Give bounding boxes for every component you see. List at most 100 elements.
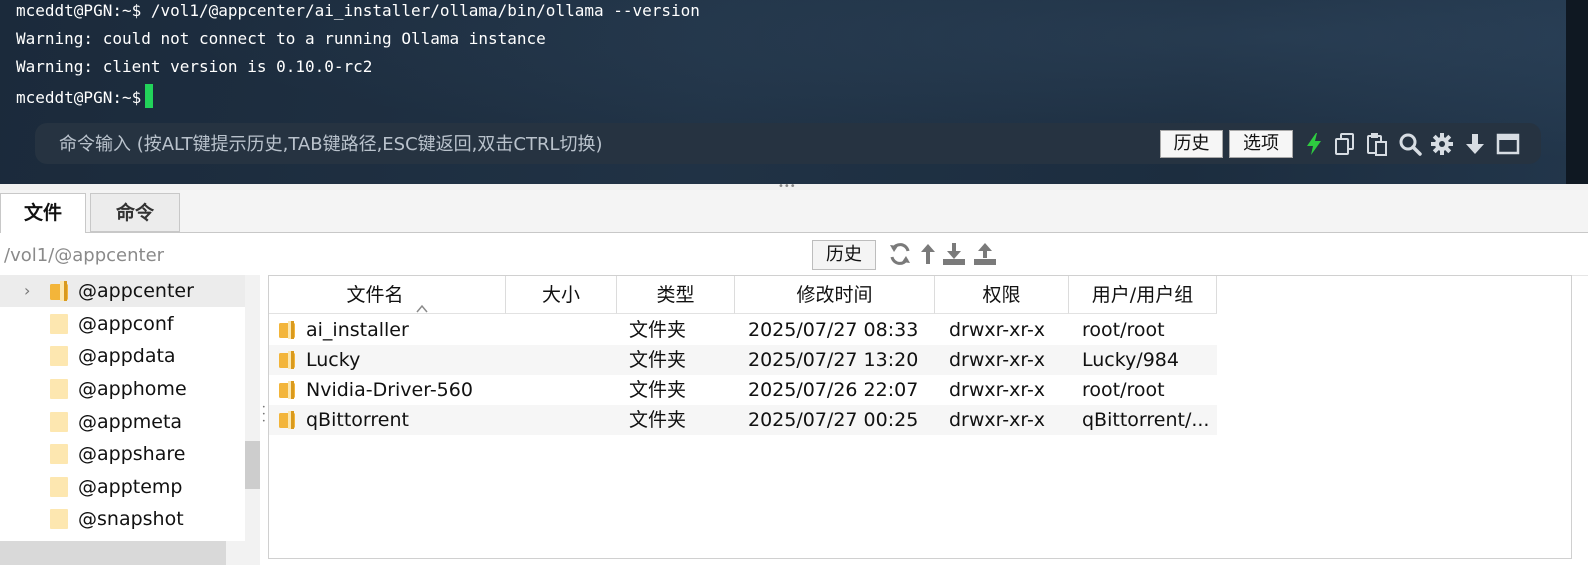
file-size xyxy=(516,345,616,375)
path-input[interactable] xyxy=(0,237,816,273)
file-size xyxy=(516,375,616,405)
file-modified: 2025/07/27 13:20 xyxy=(748,349,919,371)
gear-icon[interactable] xyxy=(1430,132,1454,156)
folder-icon xyxy=(50,444,68,464)
file-size xyxy=(516,315,616,345)
tree-item-label: @apphome xyxy=(78,378,187,400)
folder-icon xyxy=(279,381,295,399)
folder-icon xyxy=(279,351,295,369)
terminal-prompt: mceddt@PGN:~$ xyxy=(16,88,142,107)
file-type: 文件夹 xyxy=(629,379,687,401)
folder-icon xyxy=(50,379,68,399)
folder-icon xyxy=(50,281,68,301)
terminal-line: Warning: could not connect to a running … xyxy=(16,29,546,48)
command-input[interactable] xyxy=(35,123,1161,166)
lightning-icon[interactable] xyxy=(1302,132,1326,156)
download-icon[interactable] xyxy=(942,242,966,266)
file-permissions: drwxr-xr-x xyxy=(949,379,1046,401)
scrollbar-thumb[interactable] xyxy=(245,441,260,489)
tree-vertical-scrollbar[interactable] xyxy=(245,275,260,565)
options-button[interactable]: 选项 xyxy=(1229,130,1293,158)
window-icon[interactable] xyxy=(1496,132,1520,156)
column-header-name[interactable]: 文件名 xyxy=(269,276,506,314)
file-owner: Lucky/984 xyxy=(1082,349,1179,371)
tree-item-appmeta[interactable]: @appmeta xyxy=(0,406,245,438)
scrollbar-thumb[interactable] xyxy=(0,541,226,565)
tree-item-label: @apptemp xyxy=(78,476,183,498)
resize-grip-icon[interactable]: • • • xyxy=(262,404,266,425)
terminal-line: Warning: client version is 0.10.0-rc2 xyxy=(16,57,373,76)
path-history-button[interactable]: 历史 xyxy=(812,240,876,270)
file-modified: 2025/07/27 08:33 xyxy=(748,319,919,341)
table-row[interactable]: qBittorrent 文件夹 2025/07/27 00:25 drwxr-x… xyxy=(269,405,1217,435)
column-header-owner[interactable]: 用户/用户组 xyxy=(1069,276,1217,314)
table-row[interactable]: Lucky 文件夹 2025/07/27 13:20 drwxr-xr-x Lu… xyxy=(269,345,1217,375)
folder-icon xyxy=(279,411,295,429)
folder-tree: › @appcenter @appconf @appdata @apphome … xyxy=(0,275,260,565)
folder-icon xyxy=(50,412,68,432)
folder-icon xyxy=(279,321,295,339)
file-name: qBittorrent xyxy=(306,409,409,431)
refresh-icon[interactable] xyxy=(888,242,912,266)
folder-icon xyxy=(50,314,68,334)
file-permissions: drwxr-xr-x xyxy=(949,349,1046,371)
folder-icon xyxy=(50,477,68,497)
command-bar: 历史 选项 xyxy=(35,123,1541,166)
paste-icon[interactable] xyxy=(1365,132,1389,156)
path-bar: 历史 xyxy=(0,233,1588,276)
file-modified: 2025/07/26 22:07 xyxy=(748,379,919,401)
file-permissions: drwxr-xr-x xyxy=(949,409,1046,431)
column-header-type[interactable]: 类型 xyxy=(617,276,735,314)
tab-files[interactable]: 文件 xyxy=(0,193,86,234)
tree-item-apptemp[interactable]: @apptemp xyxy=(0,471,245,503)
folder-icon xyxy=(50,509,68,529)
tree-item-label: @appshare xyxy=(78,443,186,465)
file-name: Lucky xyxy=(306,349,361,371)
folder-icon xyxy=(50,346,68,366)
terminal-output: mceddt@PGN:~$ /vol1/@appcenter/ai_instal… xyxy=(16,0,700,112)
column-header-modified[interactable]: 修改时间 xyxy=(735,276,935,314)
tree-item-label: @appdata xyxy=(78,345,176,367)
tree-item-apphome[interactable]: @apphome xyxy=(0,373,245,405)
column-header-label: 文件名 xyxy=(346,284,404,306)
tree-item-label: @appmeta xyxy=(78,411,183,433)
file-owner: qBittorrent/... xyxy=(1082,409,1210,431)
up-icon[interactable] xyxy=(916,242,940,266)
file-permissions: drwxr-xr-x xyxy=(949,319,1046,341)
tree-item-label: @appconf xyxy=(78,313,174,335)
upload-icon[interactable] xyxy=(973,242,997,266)
tree-horizontal-scrollbar[interactable] xyxy=(0,541,245,565)
tree-item-appcenter[interactable]: › @appcenter xyxy=(0,275,245,307)
terminal-panel[interactable]: mceddt@PGN:~$ /vol1/@appcenter/ai_instal… xyxy=(0,0,1588,184)
history-button[interactable]: 历史 xyxy=(1160,130,1223,158)
tree-item-appdata[interactable]: @appdata xyxy=(0,340,245,372)
terminal-cursor xyxy=(145,84,154,108)
file-size xyxy=(516,405,616,435)
file-owner: root/root xyxy=(1082,379,1165,401)
table-row[interactable]: ai_installer 文件夹 2025/07/27 08:33 drwxr-… xyxy=(269,315,1217,345)
terminal-scrollbar[interactable] xyxy=(1566,0,1588,184)
terminal-line: mceddt@PGN:~$ /vol1/@appcenter/ai_instal… xyxy=(16,1,700,20)
file-name: Nvidia-Driver-560 xyxy=(306,379,473,401)
column-header-size[interactable]: 大小 xyxy=(506,276,617,314)
file-type: 文件夹 xyxy=(629,409,687,431)
file-modified: 2025/07/27 00:25 xyxy=(748,409,919,431)
tab-commands[interactable]: 命令 xyxy=(90,193,180,232)
table-row[interactable]: Nvidia-Driver-560 文件夹 2025/07/26 22:07 d… xyxy=(269,375,1217,405)
file-type: 文件夹 xyxy=(629,349,687,371)
file-name: ai_installer xyxy=(306,319,409,341)
chevron-right-icon[interactable]: › xyxy=(24,283,38,299)
file-list: 文件名 大小 类型 修改时间 权限 用户/用户组 ai_installer 文件… xyxy=(268,275,1572,559)
tree-item-snapshot[interactable]: @snapshot xyxy=(0,503,245,535)
search-icon[interactable] xyxy=(1398,132,1422,156)
tree-item-appconf[interactable]: @appconf xyxy=(0,308,245,340)
sort-ascending-icon xyxy=(415,290,428,312)
terminal-prompt-line: mceddt@PGN:~$ xyxy=(16,84,700,112)
tree-item-appshare[interactable]: @appshare xyxy=(0,438,245,470)
tab-strip: 文件 命令 xyxy=(0,190,1588,234)
column-header-permissions[interactable]: 权限 xyxy=(935,276,1069,314)
tree-item-label: @snapshot xyxy=(78,508,184,530)
copy-icon[interactable] xyxy=(1333,132,1357,156)
tree-item-label: @appcenter xyxy=(78,280,194,302)
arrow-down-icon[interactable] xyxy=(1463,132,1487,156)
